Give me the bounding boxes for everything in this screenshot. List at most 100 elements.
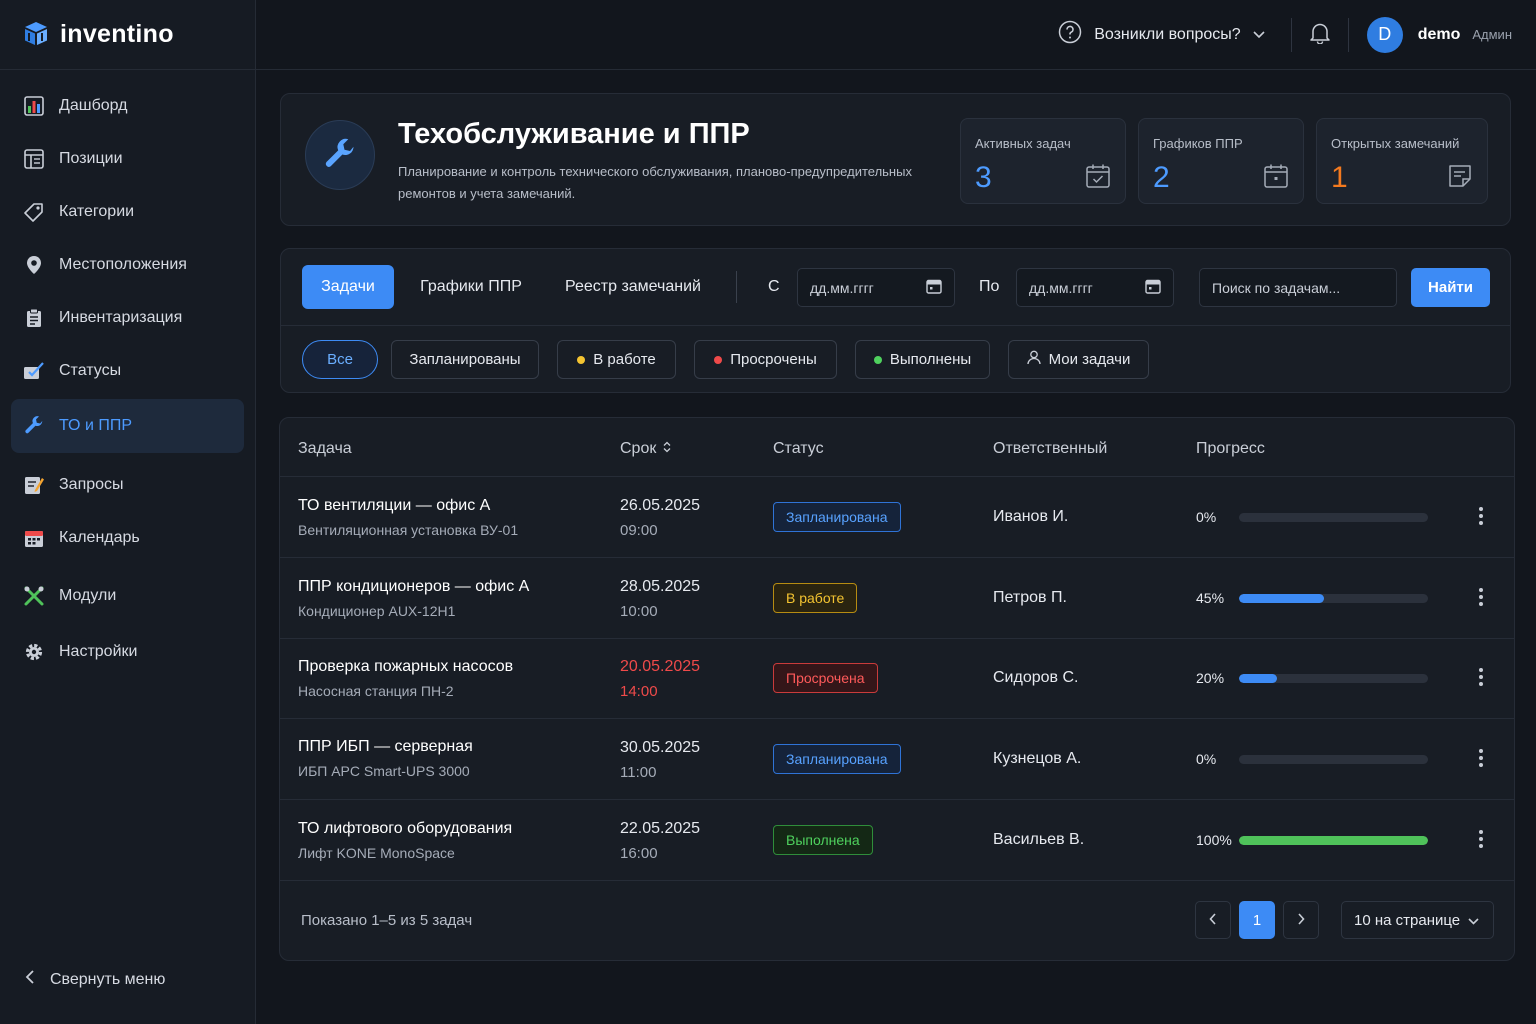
search-placeholder: Поиск по задачам...: [1212, 279, 1341, 296]
stat-label: Открытых замечаний: [1331, 136, 1460, 151]
date-placeholder: дд.мм.гггг: [810, 279, 874, 296]
bell-icon: [1309, 22, 1330, 48]
divider: [1290, 17, 1292, 52]
row-menu-button[interactable]: [1477, 830, 1485, 852]
date-from-label: С: [768, 278, 780, 295]
status-dot: [577, 355, 586, 364]
date-placeholder: дд.мм.гггг: [1029, 279, 1093, 296]
sidebar-item-positions[interactable]: Позиции: [11, 133, 244, 185]
sidebar-item-settings[interactable]: Настройки: [11, 626, 244, 678]
progress-bar: [1239, 674, 1428, 683]
filter-in-progress[interactable]: В работе: [557, 340, 676, 379]
task-equipment: Лифт KONE MonoSpace: [298, 845, 455, 861]
chevron-left-icon: [1209, 912, 1217, 929]
modules-icon: [23, 585, 45, 607]
table-row[interactable]: ППР ИБП — серверная ИБП APC Smart-UPS 30…: [280, 719, 1514, 800]
divider: [736, 271, 737, 303]
notifications-button[interactable]: [1309, 22, 1330, 48]
user-icon: [1026, 350, 1041, 369]
owner-name: Сидоров С.: [993, 669, 1079, 686]
sidebar-item-statuses[interactable]: Статусы: [11, 345, 244, 397]
due-time: 16:00: [620, 845, 658, 862]
sidebar-item-dashboard[interactable]: Дашборд: [11, 80, 244, 132]
collapse-menu-button[interactable]: Свернуть меню: [24, 969, 165, 990]
filter-done[interactable]: Выполнены: [855, 340, 990, 379]
due-time: 09:00: [620, 522, 658, 539]
brand[interactable]: inventino: [0, 0, 255, 70]
progress-bar: [1239, 755, 1428, 764]
brand-name: inventino: [60, 20, 174, 48]
sidebar-item-inventory[interactable]: Инвентаризация: [11, 292, 244, 344]
filter-overdue[interactable]: Просрочены: [694, 340, 837, 379]
due-time: 14:00: [620, 683, 658, 700]
row-menu-button[interactable]: [1477, 507, 1485, 529]
filter-all[interactable]: Все: [302, 340, 378, 379]
status-badge: Выполнена: [773, 825, 873, 855]
logo-icon: [22, 19, 50, 51]
row-menu-button[interactable]: [1477, 749, 1485, 771]
column-header-owner: Ответственный: [993, 440, 1108, 457]
filter-label: Все: [327, 351, 353, 368]
progress-fill: [1239, 594, 1325, 603]
column-header-due[interactable]: Срок: [620, 440, 672, 458]
due-date: 20.05.2025: [620, 658, 701, 675]
row-menu-button[interactable]: [1477, 588, 1485, 610]
user-role: Админ: [1472, 27, 1512, 42]
per-page-select[interactable]: 10 на странице: [1341, 901, 1494, 939]
progress-percent: 20%: [1196, 670, 1225, 686]
status-dot: [714, 355, 723, 364]
avatar[interactable]: D: [1366, 16, 1403, 53]
sidebar-item-maintenance[interactable]: ТО и ППР: [11, 399, 244, 453]
sidebar-item-requests[interactable]: Запросы: [11, 459, 244, 511]
note-icon: [1447, 163, 1473, 193]
status-badge: Запланирована: [773, 502, 901, 532]
sidebar-item-label: Модули: [59, 587, 117, 604]
sidebar-item-categories[interactable]: Категории: [11, 186, 244, 238]
stat-active-tasks: Активных задач 3: [960, 118, 1126, 204]
page-title: Техобслуживание и ППР: [398, 118, 750, 150]
page-button[interactable]: 1: [1239, 901, 1275, 939]
table-row[interactable]: ТО лифтового оборудования Лифт KONE Mono…: [280, 800, 1514, 881]
filter-label: Просрочены: [730, 351, 817, 368]
positions-icon: [23, 148, 45, 170]
progress-bar: [1239, 594, 1428, 603]
help-dropdown[interactable]: Возникли вопросы?: [1058, 20, 1265, 49]
tab-ppr-schedules[interactable]: Графики ППР: [406, 265, 536, 309]
chevron-down-icon: [1253, 26, 1265, 44]
sidebar-item-label: Позиции: [59, 150, 123, 167]
filter-planned[interactable]: Запланированы: [391, 340, 539, 379]
sidebar-item-locations[interactable]: Местоположения: [11, 239, 244, 291]
sidebar-item-label: Настройки: [59, 643, 138, 660]
find-button[interactable]: Найти: [1411, 268, 1490, 307]
table-row[interactable]: ТО вентиляции — офис А Вентиляционная ус…: [280, 477, 1514, 558]
chevron-down-icon: [1468, 912, 1479, 929]
sidebar: inventino Дашборд Позиции Категории Мест…: [0, 0, 256, 1024]
tab-tasks[interactable]: Задачи: [302, 265, 394, 309]
sidebar-item-calendar[interactable]: Календарь: [11, 512, 244, 564]
page-description: Планирование и контроль технического обс…: [398, 164, 912, 201]
sidebar-item-modules[interactable]: Модули: [11, 570, 244, 622]
filter-my-tasks[interactable]: Мои задачи: [1008, 340, 1149, 379]
tab-remarks-registry[interactable]: Реестр замечаний: [549, 265, 717, 309]
table-row[interactable]: Проверка пожарных насосов Насосная станц…: [280, 638, 1514, 719]
task-title: ППР кондиционеров — офис А: [298, 578, 530, 595]
sort-icon: [662, 440, 672, 458]
table-row[interactable]: ППР кондиционеров — офис А Кондиционер A…: [280, 558, 1514, 639]
row-menu-button[interactable]: [1477, 668, 1485, 690]
collapse-menu-label: Свернуть меню: [50, 970, 166, 988]
stat-label: Активных задач: [975, 136, 1071, 151]
user-name[interactable]: demo: [1418, 26, 1461, 44]
owner-name: Петров П.: [993, 589, 1067, 606]
progress-percent: 0%: [1196, 509, 1217, 525]
status-badge: Просрочена: [773, 663, 878, 693]
tabs-row: Задачи Графики ППР Реестр замечаний С дд…: [281, 249, 1510, 326]
search-input[interactable]: Поиск по задачам...: [1199, 268, 1397, 307]
filter-label: Мои задачи: [1048, 351, 1131, 368]
date-to-input[interactable]: дд.мм.гггг: [1016, 268, 1174, 307]
prev-page-button[interactable]: [1195, 901, 1231, 939]
date-from-input[interactable]: дд.мм.гггг: [797, 268, 955, 307]
filter-label: Выполнены: [889, 351, 972, 368]
stat-ppr-schedules: Графиков ППР 2: [1138, 118, 1304, 204]
next-page-button[interactable]: [1283, 901, 1319, 939]
column-header-status: Статус: [773, 440, 824, 457]
